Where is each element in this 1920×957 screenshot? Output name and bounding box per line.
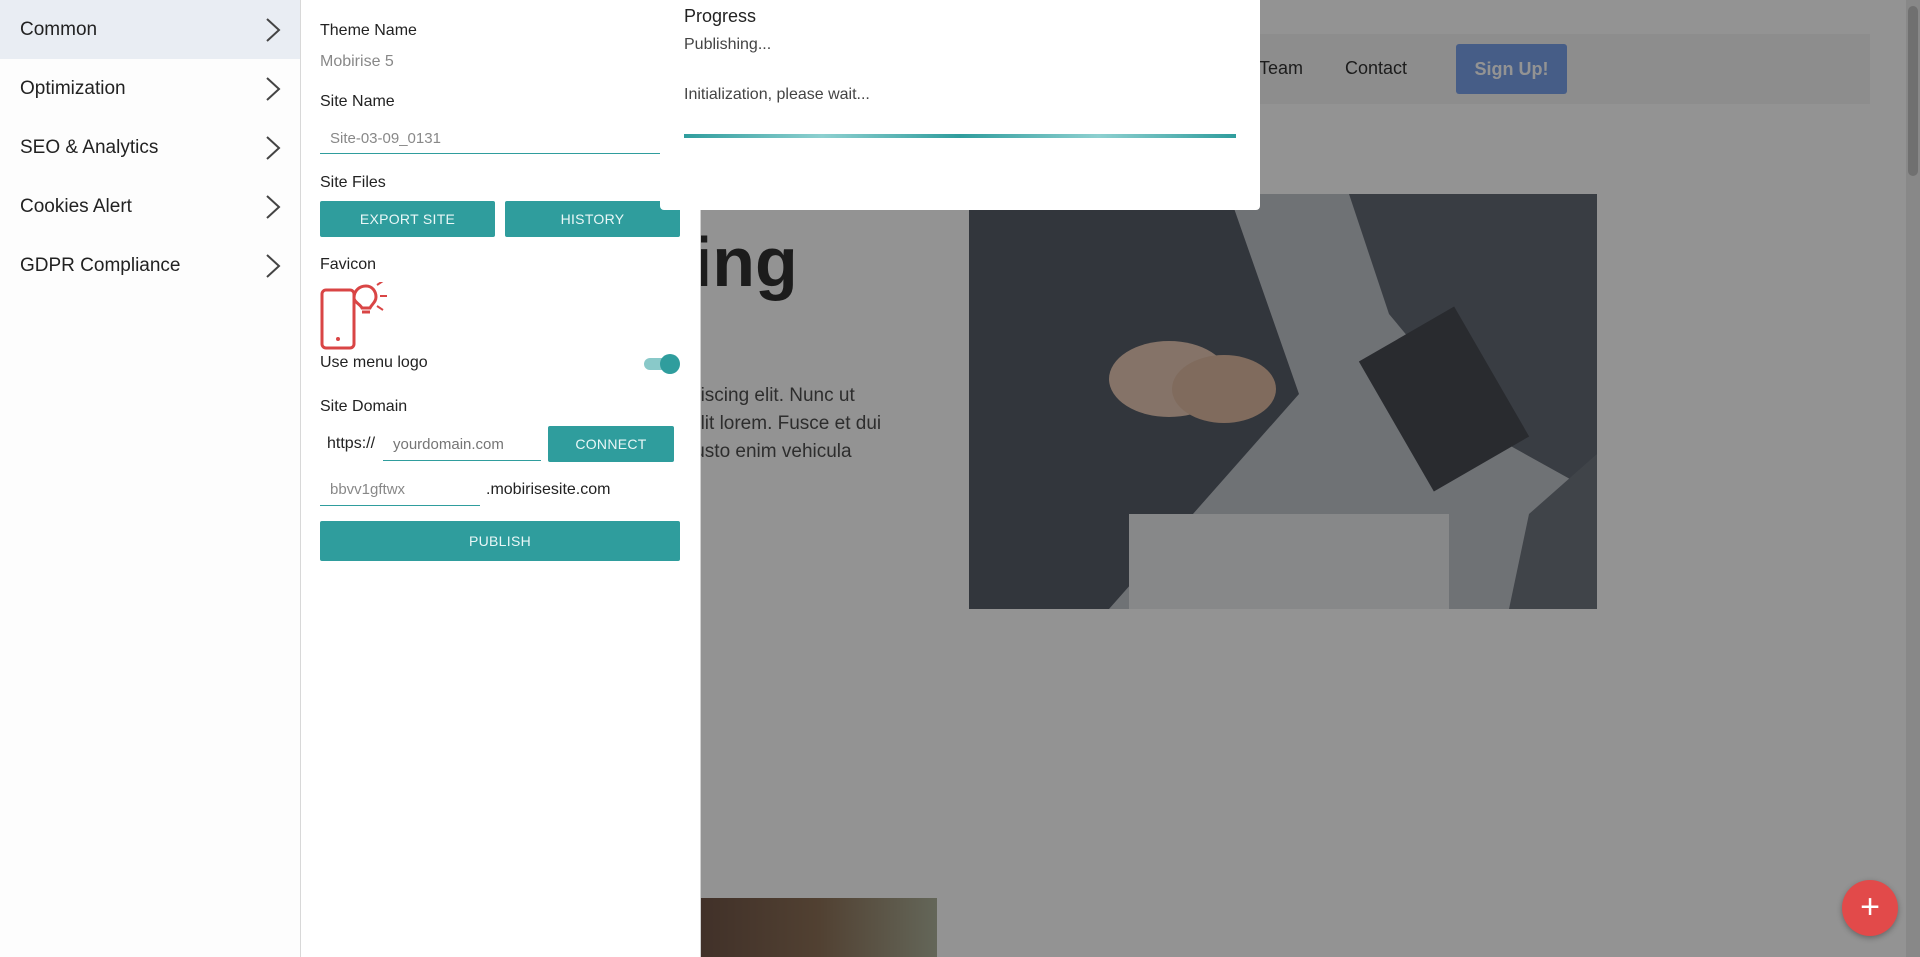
sidebar-item-label: GDPR Compliance	[20, 254, 181, 276]
sidebar-item-label: Common	[20, 18, 98, 40]
chevron-right-icon	[266, 77, 281, 101]
history-button[interactable]: HISTORY	[505, 201, 680, 237]
progress-dialog: Progress Publishing... Initialization, p…	[660, 0, 1260, 210]
publish-button[interactable]: PUBLISH	[320, 521, 680, 561]
chevron-right-icon	[266, 18, 281, 42]
use-menu-logo-label: Use menu logo	[320, 354, 428, 371]
connect-button[interactable]: CONNECT	[548, 426, 674, 462]
sidebar-item-label: SEO & Analytics	[20, 136, 159, 158]
sidebar-item-common[interactable]: Common	[0, 0, 300, 59]
site-name-input[interactable]	[320, 124, 680, 154]
sidebar-item-cookies-alert[interactable]: Cookies Alert	[0, 177, 300, 236]
progress-bar	[684, 134, 1236, 138]
progress-message: Initialization, please wait...	[684, 86, 870, 103]
site-domain-label: Site Domain	[320, 398, 408, 415]
subdomain-suffix: .mobirisesite.com	[486, 481, 611, 498]
publish-status: Publishing...	[684, 36, 772, 53]
site-settings-panel: Theme Name Mobirise 5 Site Name Site Fil…	[301, 0, 701, 957]
favicon-label: Favicon	[320, 256, 377, 273]
site-name-label: Site Name	[320, 93, 395, 110]
chevron-right-icon	[266, 195, 281, 219]
export-site-button[interactable]: EXPORT SITE	[320, 201, 495, 237]
sidebar-item-seo-analytics[interactable]: SEO & Analytics	[0, 118, 300, 177]
custom-domain-input[interactable]	[383, 429, 541, 461]
theme-name-label: Theme Name	[320, 22, 417, 39]
subdomain-input[interactable]	[320, 474, 480, 506]
sidebar-item-label: Cookies Alert	[20, 195, 132, 217]
site-files-label: Site Files	[320, 174, 386, 191]
favicon-phone-bulb-icon[interactable]	[320, 282, 388, 350]
dialog-title: Progress	[684, 6, 757, 26]
sidebar-item-label: Optimization	[20, 77, 126, 99]
sidebar-item-optimization[interactable]: Optimization	[0, 59, 300, 118]
add-block-button[interactable]: +	[1842, 880, 1898, 936]
toggle-knob	[660, 354, 680, 374]
progress-bar-fill	[684, 134, 1236, 138]
settings-sidebar: Common Optimization SEO & Analytics Cook…	[0, 0, 301, 957]
protocol-prefix: https://	[327, 435, 376, 452]
chevron-right-icon	[266, 136, 281, 160]
chevron-right-icon	[266, 254, 281, 278]
theme-name-value: Mobirise 5	[320, 53, 394, 70]
sidebar-item-gdpr-compliance[interactable]: GDPR Compliance	[0, 236, 300, 295]
use-menu-logo-toggle[interactable]	[644, 354, 680, 374]
